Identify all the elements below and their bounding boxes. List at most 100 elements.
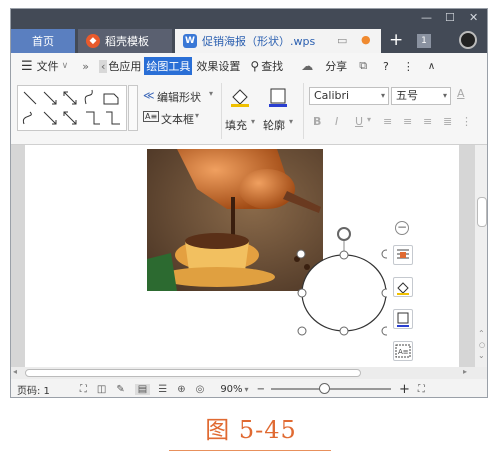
zoom-slider[interactable]	[270, 383, 391, 394]
fill-bucket-icon[interactable]	[229, 85, 251, 107]
shape-gallery-svg	[22, 89, 120, 125]
circle-shape[interactable]	[287, 227, 387, 339]
fullscreen-icon[interactable]: ⛶	[80, 384, 87, 395]
edit-shape-button[interactable]: 编辑形状	[157, 89, 201, 105]
elbow-arrow-icon	[106, 111, 120, 125]
ribbon-divider	[303, 83, 304, 139]
chevron-down-icon[interactable]: ▾	[443, 88, 447, 104]
menu-effect-settings[interactable]: 效果设置	[196, 58, 240, 74]
zoom-out-icon[interactable]: −	[257, 384, 265, 395]
hamburger-icon[interactable]: ☰	[21, 59, 33, 74]
fill-button[interactable]: 填充	[225, 117, 247, 133]
chevron-down-icon[interactable]: ▾	[195, 111, 199, 120]
next-page-icon[interactable]: ⌄	[478, 351, 485, 360]
tab-home[interactable]: 首页	[11, 29, 75, 53]
double-arrow-shape-icon	[63, 91, 77, 105]
maximize-icon[interactable]: ☐	[445, 11, 455, 24]
writer-doc-icon: W	[183, 34, 197, 48]
collapse-icon[interactable]: −	[395, 221, 409, 235]
more-menu-icon[interactable]: ⋮	[403, 60, 414, 73]
textbox-icon: A≡	[143, 111, 160, 122]
horizontal-scroll-thumb[interactable]	[25, 369, 361, 377]
distribute-icon[interactable]: ⋮	[461, 115, 472, 128]
unsaved-dot-icon: ●	[361, 33, 371, 46]
tab-bar: — ☐ ✕ 首页 ◆ 稻壳模板 W 促销海报（形状）.wps ▭ ● + 1	[11, 9, 487, 53]
monitor-icon[interactable]: ▭	[337, 34, 347, 47]
justify-icon[interactable]: ≣	[443, 115, 452, 128]
menu-color-app[interactable]: 色应用	[108, 58, 141, 74]
zoom-in-icon[interactable]: +	[399, 382, 410, 397]
eye-protect-icon[interactable]: ◎	[196, 384, 205, 395]
tab-templates[interactable]: ◆ 稻壳模板	[78, 29, 172, 53]
horizontal-scrollbar[interactable]: ◂ ▸	[11, 367, 487, 379]
close-icon[interactable]: ✕	[469, 11, 478, 24]
chevron-down-icon[interactable]: ▾	[289, 117, 293, 126]
underline-button[interactable]: U	[355, 115, 363, 128]
chevron-down-icon[interactable]: ▾	[251, 117, 255, 126]
connector-shape-icon	[43, 111, 57, 125]
menu-drawing-tools[interactable]: 绘图工具	[144, 57, 193, 75]
tab-document[interactable]: W 促销海报（形状）.wps ▭ ●	[175, 29, 381, 53]
text-box-button[interactable]: 文本框	[161, 111, 194, 127]
gallery-scroll[interactable]	[128, 85, 138, 131]
chevron-down-icon[interactable]: ▾	[209, 89, 213, 98]
align-center-icon[interactable]: ≡	[403, 115, 412, 128]
zoom-slider-thumb[interactable]	[318, 383, 330, 394]
prev-page-icon[interactable]: ⌃	[478, 329, 485, 338]
textbox-quick-icon[interactable]: A≡	[393, 341, 413, 361]
web-view-icon[interactable]: ⊕	[177, 384, 185, 395]
shape-style-icon[interactable]	[393, 277, 413, 297]
font-color-icon[interactable]: A	[457, 87, 465, 100]
align-right-icon[interactable]: ≡	[423, 115, 432, 128]
vertical-scroll-thumb[interactable]	[477, 197, 487, 227]
page-number[interactable]: 页码: 1	[17, 382, 50, 397]
shape-gallery[interactable]	[17, 85, 127, 131]
arrow-shape-icon	[43, 91, 57, 105]
avatar[interactable]	[459, 31, 477, 49]
status-bar: 页码: 1 ⛶ ◫ ✎ ▤ ☰ ⊕ ◎ 90% ▾ − + ⛶	[11, 379, 487, 397]
read-mode-icon[interactable]: ◫	[97, 384, 106, 395]
scribble-shape-icon	[22, 111, 32, 125]
minimize-icon[interactable]: —	[421, 11, 432, 24]
new-tab-icon[interactable]: +	[389, 30, 403, 50]
chevron-down-icon[interactable]: ▾	[245, 385, 249, 394]
fit-window-icon[interactable]: ⛶	[418, 384, 425, 395]
document-page[interactable]: − A≡	[25, 145, 459, 367]
scroll-left-icon[interactable]: ‹	[98, 59, 108, 73]
outline-view-icon[interactable]: ☰	[158, 384, 167, 395]
menu-file[interactable]: 文件	[37, 58, 59, 74]
help-icon[interactable]: ?	[383, 60, 389, 73]
zoom-level[interactable]: 90%	[220, 384, 242, 395]
page-view-icon[interactable]: ▤	[134, 383, 151, 395]
scroll-left-arrow-icon[interactable]: ◂	[13, 367, 17, 376]
align-left-icon[interactable]: ≡	[383, 115, 392, 128]
share-doc-icon[interactable]: ⧉	[359, 59, 367, 73]
cloud-icon[interactable]: ☁	[301, 59, 313, 73]
outline-button[interactable]: 轮廓	[263, 117, 285, 133]
search-icon[interactable]: ⚲	[250, 59, 259, 73]
ribbon: ≪ 编辑形状 ▾ A≡ 文本框 ▾ 填充 ▾ 轮廓 ▾ Calibri ▾ 五号…	[11, 79, 487, 145]
shape-outline-icon[interactable]	[393, 309, 413, 329]
bold-button[interactable]: B	[313, 115, 321, 128]
italic-button[interactable]: I	[335, 115, 338, 128]
rotate-handle-icon[interactable]	[337, 227, 351, 241]
ribbon-divider	[221, 83, 222, 139]
font-size-select[interactable]: 五号 ▾	[391, 87, 451, 105]
outline-pen-icon[interactable]	[267, 85, 289, 107]
chevron-down-icon[interactable]: ▾	[367, 115, 371, 124]
collapse-ribbon-icon[interactable]: ∧	[428, 61, 435, 72]
menu-find[interactable]: 查找	[261, 58, 283, 74]
vertical-scrollbar[interactable]: ⌃ ○ ⌄	[475, 145, 487, 367]
chevron-down-icon[interactable]: ∨	[62, 61, 69, 71]
tab-count-icon[interactable]: 1	[417, 34, 431, 48]
edit-pen-icon[interactable]: ✎	[116, 384, 124, 395]
wrap-text-icon[interactable]	[393, 245, 413, 265]
select-browse-icon[interactable]: ○	[479, 341, 485, 349]
chevron-down-icon[interactable]: ▾	[381, 88, 385, 104]
menu-share[interactable]: 分享	[325, 58, 347, 74]
menu-more[interactable]: »	[82, 60, 89, 73]
font-size-value: 五号	[396, 89, 418, 102]
font-name-select[interactable]: Calibri ▾	[309, 87, 389, 105]
resize-handle[interactable]	[296, 249, 306, 259]
scroll-right-arrow-icon[interactable]: ▸	[463, 367, 467, 376]
